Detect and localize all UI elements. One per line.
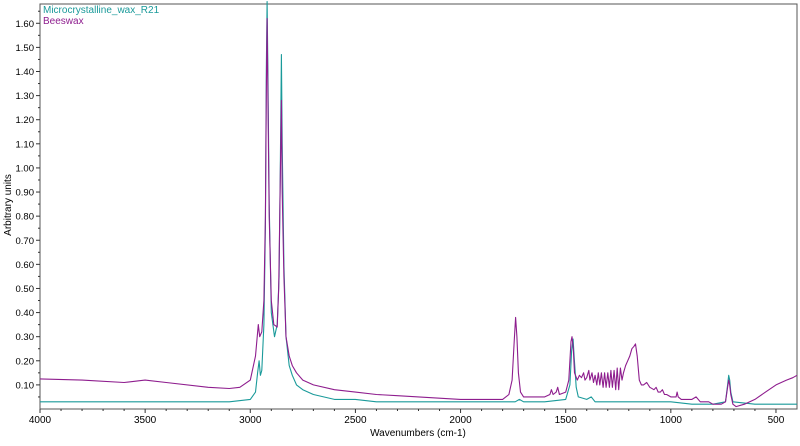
y-tick-label: 0.90	[16, 188, 35, 199]
y-tick-label: 1.60	[16, 19, 35, 30]
x-tick-label: 1000	[660, 415, 683, 426]
y-tick-label: 1.10	[16, 139, 35, 150]
x-tick-label: 4000	[29, 415, 52, 426]
y-tick-label: 0.70	[16, 236, 35, 247]
y-tick-label: 0.10	[16, 380, 35, 391]
y-tick-label: 0.60	[16, 260, 35, 271]
legend-item-microcrystalline-wax: Microcrystalline_wax_R21	[43, 5, 160, 16]
y-tick-label: 1.40	[16, 67, 35, 78]
y-tick-label: 0.80	[16, 212, 35, 223]
y-tick-label: 1.20	[16, 115, 35, 126]
x-tick-label: 3000	[239, 415, 262, 426]
x-tick-label: 3500	[134, 415, 157, 426]
y-tick-label: 1.00	[16, 163, 35, 174]
x-tick-label: 2500	[344, 415, 367, 426]
y-tick-label: 0.50	[16, 284, 35, 295]
y-tick-label: 0.30	[16, 332, 35, 343]
x-axis-label: Wavenumbers (cm-1)	[370, 428, 466, 439]
x-tick-label: 2000	[449, 415, 472, 426]
chart-container: 4000 3500 3000 2500 2000 1500 1000 500 0.10 0.20…	[0, 0, 800, 441]
x-tick-label: 1500	[555, 415, 578, 426]
y-tick-label: 1.30	[16, 91, 35, 102]
legend-item-beeswax: Beeswax	[43, 16, 84, 27]
y-tick-label: 1.50	[16, 43, 35, 54]
y-tick-label: 0.20	[16, 356, 35, 367]
y-tick-label: 0.40	[16, 308, 35, 319]
plot-area	[39, 3, 798, 410]
spectrum-chart: 4000 3500 3000 2500 2000 1500 1000 500 0.10 0.20…	[3, 1, 798, 439]
y-axis-label: Arbitrary units	[3, 174, 14, 236]
x-tick-label: 500	[768, 415, 785, 426]
